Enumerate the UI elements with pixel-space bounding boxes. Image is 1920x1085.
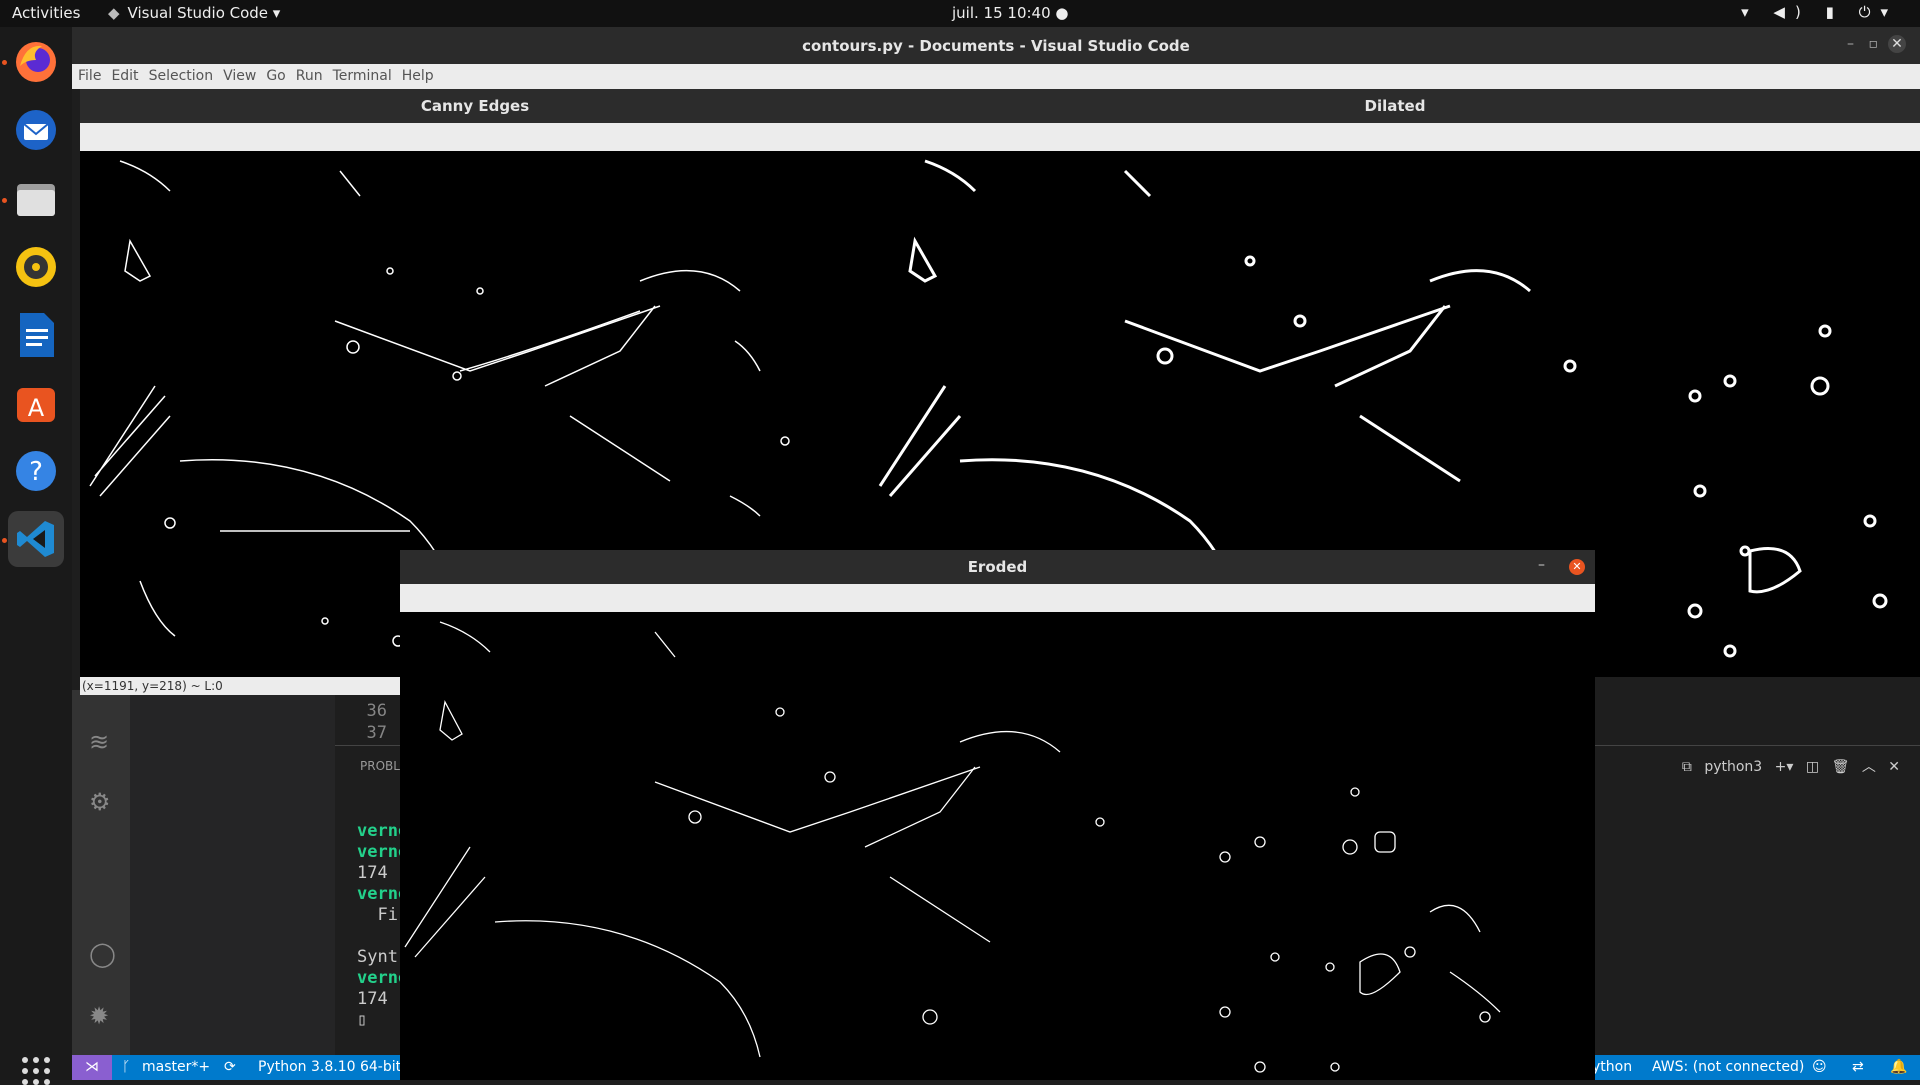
- close-icon[interactable]: ✕: [1569, 559, 1585, 575]
- terminal-toolbar: ⧉ python3 +▾ ◫ 🗑 ︿ ✕: [1682, 756, 1900, 776]
- account-icon[interactable]: ◯: [89, 940, 116, 968]
- writer-icon[interactable]: [8, 307, 64, 363]
- minimize-icon[interactable]: –: [1847, 36, 1854, 52]
- canny-title: Canny Edges: [80, 89, 870, 123]
- software-center-icon[interactable]: A: [8, 375, 64, 431]
- trash-icon[interactable]: 🗑: [1832, 759, 1850, 775]
- eroded-title: Eroded: [400, 550, 1595, 584]
- window-title: contours.py - Documents - Visual Studio …: [802, 37, 1190, 55]
- top-bar: Activities ◆ Visual Studio Code ▾ juil. 1…: [0, 0, 1920, 27]
- minimize-icon[interactable]: –: [1538, 557, 1545, 573]
- dilated-toolbar: [870, 123, 1920, 151]
- dilated-title: Dilated: [870, 89, 1920, 123]
- python-language[interactable]: ython: [1592, 1059, 1632, 1075]
- eroded-image[interactable]: [400, 612, 1595, 1080]
- thunderbird-icon[interactable]: [8, 102, 64, 158]
- canny-toolbar: [80, 123, 870, 151]
- vscode-icon: ◆: [108, 4, 120, 22]
- terminal-shell-icon: ⧉: [1681, 759, 1692, 775]
- svg-text:A: A: [28, 394, 45, 422]
- menu-run[interactable]: Run: [296, 68, 323, 84]
- split-terminal-icon[interactable]: ◫: [1806, 759, 1819, 775]
- debug-icon[interactable]: ⚙: [89, 788, 111, 816]
- git-branch[interactable]: master*+: [142, 1059, 210, 1075]
- help-icon[interactable]: ?: [8, 443, 64, 499]
- dock: A ?: [0, 27, 72, 1085]
- rhythmbox-icon[interactable]: [8, 239, 64, 295]
- menu-file[interactable]: File: [78, 68, 101, 84]
- menu-selection[interactable]: Selection: [149, 68, 214, 84]
- menu-edit[interactable]: Edit: [111, 68, 138, 84]
- eroded-window: Eroded – ✕: [400, 550, 1595, 1080]
- vscode-dock-icon[interactable]: [8, 511, 64, 567]
- vscode-titlebar: contours.py - Documents - Visual Studio …: [72, 27, 1920, 65]
- menu-view[interactable]: View: [223, 68, 256, 84]
- files-icon[interactable]: [8, 171, 64, 227]
- show-apps-icon[interactable]: [22, 1057, 50, 1085]
- maximize-panel-icon[interactable]: ︿: [1862, 759, 1876, 775]
- live-share-icon[interactable]: ⇄: [1852, 1059, 1864, 1075]
- notifications-icon[interactable]: 🔔: [1890, 1059, 1907, 1075]
- menu-bar: File Edit Selection View Go Run Terminal Help: [72, 64, 1920, 89]
- app-menu[interactable]: ◆ Visual Studio Code ▾: [108, 4, 280, 22]
- menu-terminal[interactable]: Terminal: [333, 68, 392, 84]
- layers-icon[interactable]: ≋: [89, 728, 109, 756]
- maximize-icon[interactable]: ▫: [1869, 36, 1879, 52]
- sync-icon[interactable]: ⟳: [224, 1059, 236, 1075]
- sidebar: [130, 690, 335, 1055]
- cursor-coords: (x=1191, y=218) ~ L:0: [80, 677, 402, 695]
- python-interpreter[interactable]: Python 3.8.10 64-bit: [258, 1059, 401, 1075]
- tab-problems[interactable]: PROBL: [360, 759, 400, 773]
- aws-status[interactable]: AWS: (not connected): [1652, 1059, 1804, 1075]
- close-panel-icon[interactable]: ✕: [1888, 759, 1900, 775]
- running-indicator: [2, 198, 7, 203]
- new-terminal-icon[interactable]: +▾: [1775, 759, 1794, 775]
- close-icon[interactable]: ✕: [1888, 35, 1906, 53]
- eroded-toolbar: [400, 584, 1595, 612]
- activity-bar: ≋ ⚙ ◯ ✹: [72, 690, 130, 1055]
- git-branch-icon: ᚴ: [122, 1059, 131, 1075]
- menu-help[interactable]: Help: [402, 68, 434, 84]
- remote-icon[interactable]: ⋊: [72, 1055, 112, 1080]
- running-indicator: [2, 538, 7, 543]
- clock[interactable]: juil. 15 10:40 ●: [952, 4, 1068, 22]
- running-indicator: [2, 60, 7, 65]
- activities-button[interactable]: Activities: [12, 4, 80, 22]
- settings-gear-icon[interactable]: ✹: [89, 1002, 109, 1030]
- app-menu-label: Visual Studio Code ▾: [127, 4, 281, 22]
- svg-text:?: ?: [29, 457, 43, 487]
- terminal-shell-name[interactable]: python3: [1704, 759, 1762, 775]
- account-status-icon[interactable]: ☺: [1812, 1059, 1827, 1075]
- menu-go[interactable]: Go: [266, 68, 285, 84]
- firefox-icon[interactable]: [8, 34, 64, 90]
- system-tray[interactable]: ▾ ◀) ▮ ⏻▾: [1741, 3, 1898, 21]
